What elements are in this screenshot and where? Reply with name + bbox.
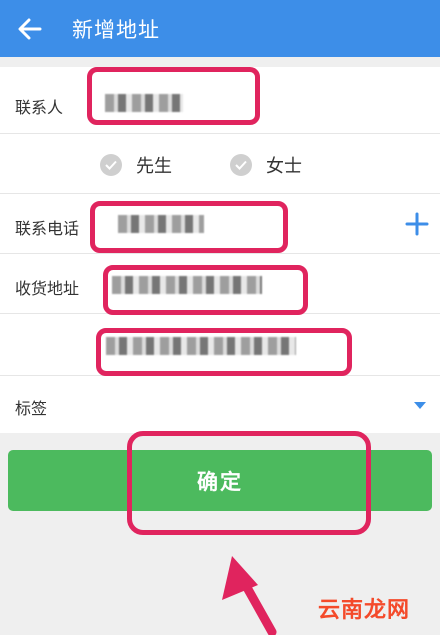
pointer-arrow-icon: [222, 556, 277, 635]
watermark-logo: 云南龙网: [317, 598, 410, 623]
